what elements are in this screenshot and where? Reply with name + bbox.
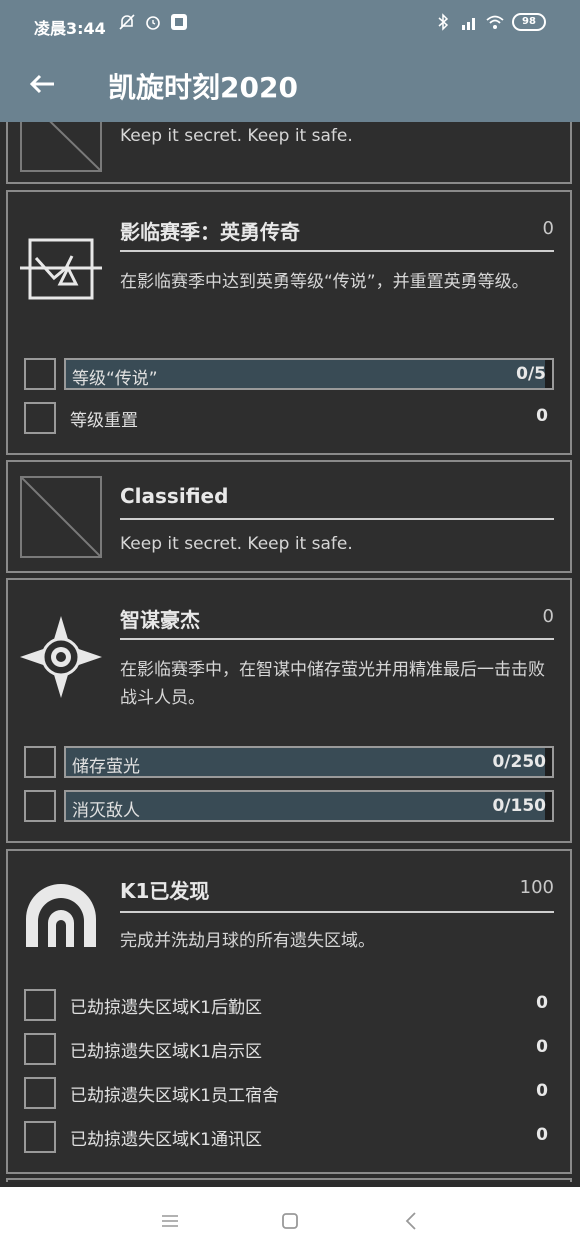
- objective-row[interactable]: 已劫掠遗失区域K1员工宿舍 0: [24, 1077, 554, 1109]
- alarm-icon: [146, 16, 160, 30]
- objective-progress-bar: 已劫掠遗失区域K1通讯区 0: [64, 1121, 554, 1153]
- objective-value: 0: [536, 1081, 548, 1101]
- objective-label: 等级“传说”: [72, 369, 158, 389]
- objective-checkbox[interactable]: [24, 989, 56, 1021]
- title-divider: [120, 518, 554, 520]
- objective-value: 0/5: [516, 364, 546, 384]
- back-arrow-icon[interactable]: [26, 68, 58, 100]
- objective-progress-bar: 已劫掠遗失区域K1启示区 0: [64, 1033, 554, 1065]
- triumph-emblem-icon: [20, 877, 102, 959]
- wifi-icon: [486, 15, 504, 29]
- triumph-card[interactable]: K1已发现 100 完成并洗劫月球的所有遗失区域。 已劫掠遗失区域K1后勤区 0…: [6, 849, 572, 1174]
- objective-value: 0: [536, 993, 548, 1013]
- objective-row[interactable]: 已劫掠遗失区域K1通讯区 0: [24, 1121, 554, 1153]
- home-icon[interactable]: [278, 1209, 302, 1233]
- triumph-name: K1已发现: [120, 879, 210, 903]
- triumph-card[interactable]: Keep it secret. Keep it safe.: [6, 122, 572, 184]
- objective-progress-bar: 已劫掠遗失区域K1员工宿舍 0: [64, 1077, 554, 1109]
- objective-progress-bar: 已劫掠遗失区域K1后勤区 0: [64, 989, 554, 1021]
- triumph-card[interactable]: 智谋豪杰 0 在影临赛季中，在智谋中储存萤光并用精准最后一击击败战斗人员。 储存…: [6, 578, 572, 843]
- triumph-card[interactable]: 影临赛季：英勇传奇 0 在影临赛季中达到英勇等级“传说”，并重置英勇等级。 等级…: [6, 190, 572, 455]
- objective-value: 0/150: [492, 796, 546, 816]
- battery-icon: 98: [512, 13, 546, 31]
- sticker-app-icon: [171, 14, 187, 30]
- page-title: 凯旋时刻2020: [108, 71, 298, 104]
- triumph-description: Keep it secret. Keep it safe.: [120, 534, 353, 554]
- objective-value: 0: [536, 406, 548, 426]
- signal-icon: [462, 18, 475, 30]
- objective-progress-bar: 等级重置 0: [64, 402, 554, 434]
- status-time: 凌晨3:44: [34, 19, 106, 38]
- objective-progress-bar: 消灭敌人 0/150: [64, 790, 554, 822]
- objective-checkbox[interactable]: [24, 358, 56, 390]
- triumph-description: Keep it secret. Keep it safe.: [120, 126, 353, 146]
- app-bar: 凯旋时刻2020: [0, 50, 580, 122]
- triumph-points: 100: [519, 877, 554, 898]
- triumph-emblem-icon: [20, 228, 102, 310]
- title-divider: [120, 250, 554, 252]
- objective-label: 已劫掠遗失区域K1后勤区: [70, 998, 262, 1018]
- classified-icon: [20, 122, 102, 172]
- triumph-card[interactable]: Classified Keep it secret. Keep it safe.: [6, 460, 572, 573]
- objective-checkbox[interactable]: [24, 402, 56, 434]
- objective-row[interactable]: 消灭敌人 0/150: [24, 790, 554, 822]
- status-bar: 凌晨3:44 98: [0, 0, 580, 50]
- objective-checkbox[interactable]: [24, 1077, 56, 1109]
- triumph-name: 影临赛季：英勇传奇: [120, 220, 300, 244]
- objective-row[interactable]: 已劫掠遗失区域K1启示区 0: [24, 1033, 554, 1065]
- objective-progress-bar: 等级“传说” 0/5: [64, 358, 554, 390]
- menu-icon[interactable]: [158, 1209, 182, 1233]
- objective-value: 0: [536, 1037, 548, 1057]
- triumph-name: Classified: [120, 484, 229, 508]
- triumph-description: 在影临赛季中达到英勇等级“传说”，并重置英勇等级。: [120, 272, 529, 292]
- triumph-description: 在影临赛季中，在智谋中储存萤光并用精准最后一击击败战斗人员。: [120, 660, 545, 708]
- objective-row[interactable]: 储存萤光 0/250: [24, 746, 554, 778]
- objective-row[interactable]: 等级重置 0: [24, 402, 554, 434]
- title-divider: [120, 911, 554, 913]
- triumph-list[interactable]: Keep it secret. Keep it safe. 影临赛季：英勇传奇 …: [0, 122, 580, 1182]
- objective-value: 0: [536, 1125, 548, 1145]
- back-icon[interactable]: [400, 1209, 424, 1233]
- classified-icon: [20, 476, 102, 558]
- title-divider: [120, 638, 554, 640]
- objective-label: 等级重置: [70, 411, 138, 431]
- triumph-points: 0: [542, 218, 554, 239]
- triumph-card[interactable]: [6, 1178, 572, 1182]
- triumph-points: 0: [542, 606, 554, 627]
- objective-label: 消灭敌人: [72, 801, 140, 821]
- objective-label: 已劫掠遗失区域K1员工宿舍: [70, 1086, 279, 1106]
- objective-checkbox[interactable]: [24, 1033, 56, 1065]
- triumph-emblem-icon: [20, 616, 102, 698]
- objective-checkbox[interactable]: [24, 746, 56, 778]
- objective-label: 已劫掠遗失区域K1通讯区: [70, 1130, 262, 1150]
- bluetooth-icon: [438, 13, 449, 31]
- objective-checkbox[interactable]: [24, 790, 56, 822]
- objective-progress-bar: 储存萤光 0/250: [64, 746, 554, 778]
- triumph-description: 完成并洗劫月球的所有遗失区域。: [120, 931, 375, 951]
- objective-label: 已劫掠遗失区域K1启示区: [70, 1042, 262, 1062]
- objective-row[interactable]: 已劫掠遗失区域K1后勤区 0: [24, 989, 554, 1021]
- objective-row[interactable]: 等级“传说” 0/5: [24, 358, 554, 390]
- system-nav-bar: [0, 1187, 580, 1257]
- objective-checkbox[interactable]: [24, 1121, 56, 1153]
- objective-label: 储存萤光: [72, 757, 140, 777]
- notifications-off-icon: [119, 14, 135, 30]
- triumph-name: 智谋豪杰: [120, 608, 200, 632]
- objective-value: 0/250: [492, 752, 546, 772]
